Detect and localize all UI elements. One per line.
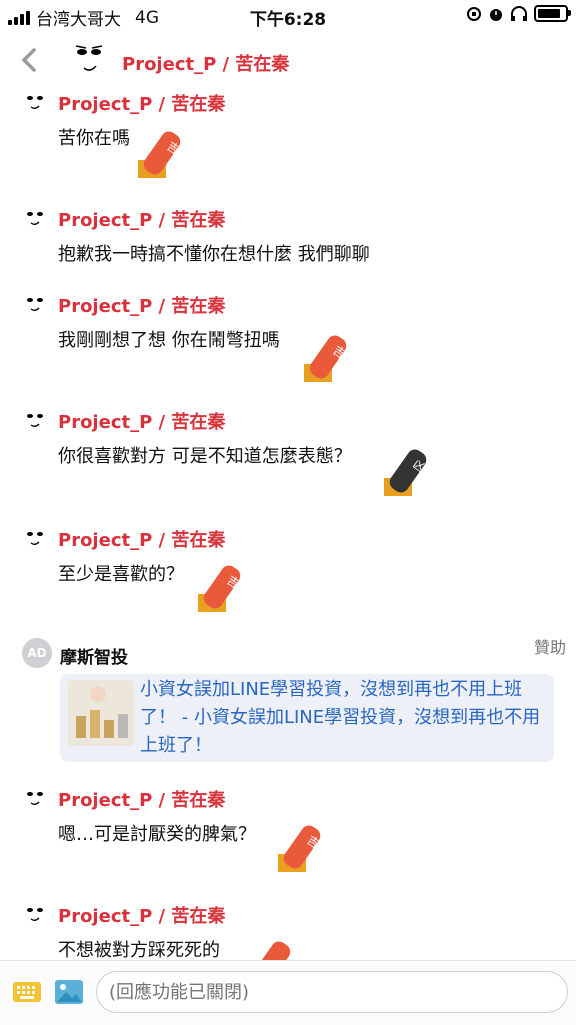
fortune-stick-sticker-icon: 吉 bbox=[198, 565, 242, 612]
message-text: 你很喜歡對方 可是不知道怎麼表態？ bbox=[58, 446, 352, 467]
coins-photo-icon bbox=[68, 680, 134, 746]
chat-title: Project_P / 苦在秦 bbox=[122, 54, 290, 75]
sender-name: Project_P / 苦在秦 bbox=[58, 790, 226, 811]
message-text: 抱歉我一時搞不懂你在想什麼 我們聊聊 bbox=[58, 244, 370, 265]
message-text: 苦你在嗎 bbox=[58, 128, 130, 149]
sender-name: Project_P / 苦在秦 bbox=[58, 296, 226, 317]
sender-name: Project_P / 苦在秦 bbox=[58, 94, 226, 115]
alarm-icon bbox=[490, 8, 502, 21]
status-right bbox=[466, 5, 571, 22]
ad-badge: AD bbox=[22, 638, 52, 668]
sender-name: Project_P / 苦在秦 bbox=[58, 906, 226, 927]
sponsored-ad[interactable]: AD 摩斯智投 贊助 小資女誤加LINE學習投資，沒想到再也不用上班了！ - 小… bbox=[0, 630, 576, 762]
ad-card[interactable]: 小資女誤加LINE學習投資，沒想到再也不用上班了！ - 小資女誤加LINE學習投… bbox=[60, 674, 554, 762]
ad-link-text[interactable]: 小資女誤加LINE學習投資，沒想到再也不用上班了！ - 小資女誤加LINE學習投… bbox=[140, 676, 550, 760]
message-text: 不想被對方踩死死的 bbox=[58, 940, 220, 960]
sender-name: Project_P / 苦在秦 bbox=[58, 210, 226, 231]
avatar[interactable] bbox=[22, 788, 48, 808]
avatar[interactable] bbox=[22, 208, 48, 228]
ad-sender-name: 摩斯智投 bbox=[60, 648, 128, 668]
headphones-icon bbox=[511, 5, 527, 21]
sponsored-label: 贊助 bbox=[533, 638, 566, 657]
message-list[interactable]: Project_P / 苦在秦 苦你在嗎 吉 Project_P / 苦在秦 抱… bbox=[0, 90, 576, 960]
input-bar bbox=[0, 960, 576, 1025]
message-text: 至少是喜歡的？ bbox=[58, 564, 184, 585]
battery-fill bbox=[538, 9, 560, 18]
sender-name: Project_P / 苦在秦 bbox=[58, 530, 226, 551]
fortune-stick-sticker-icon: 吉 bbox=[138, 131, 182, 178]
sender-name: Project_P / 苦在秦 bbox=[58, 412, 226, 433]
rotation-lock-icon bbox=[467, 6, 481, 21]
avatar[interactable] bbox=[22, 92, 48, 112]
fortune-stick-sticker-icon: 吉 bbox=[278, 825, 322, 872]
avatar[interactable] bbox=[22, 528, 48, 548]
message-text: 嗯…可是討厭癸的脾氣？ bbox=[58, 824, 256, 845]
image-icon[interactable] bbox=[54, 977, 84, 1007]
message-text: 我剛剛想了想 你在鬧彆扭嗎 bbox=[58, 330, 280, 351]
status-bar: 台湾大哥大 4G 下午6:28 bbox=[0, 0, 576, 30]
avatar[interactable] bbox=[22, 410, 48, 430]
fortune-stick-sticker-icon: 吉 bbox=[304, 335, 348, 382]
chevron-left-icon[interactable] bbox=[14, 44, 44, 76]
keyboard-icon[interactable] bbox=[12, 977, 42, 1007]
avatar[interactable] bbox=[22, 294, 48, 314]
ad-thumbnail[interactable] bbox=[68, 680, 134, 746]
fortune-stick-sticker-icon: 凶 bbox=[384, 449, 428, 496]
fortune-stick-sticker-icon bbox=[253, 941, 291, 960]
chat-header: Project_P / 苦在秦 bbox=[0, 30, 576, 90]
avatar[interactable] bbox=[68, 40, 112, 80]
avatar[interactable] bbox=[22, 904, 48, 924]
message-input[interactable] bbox=[96, 971, 568, 1013]
battery-icon bbox=[534, 5, 571, 22]
